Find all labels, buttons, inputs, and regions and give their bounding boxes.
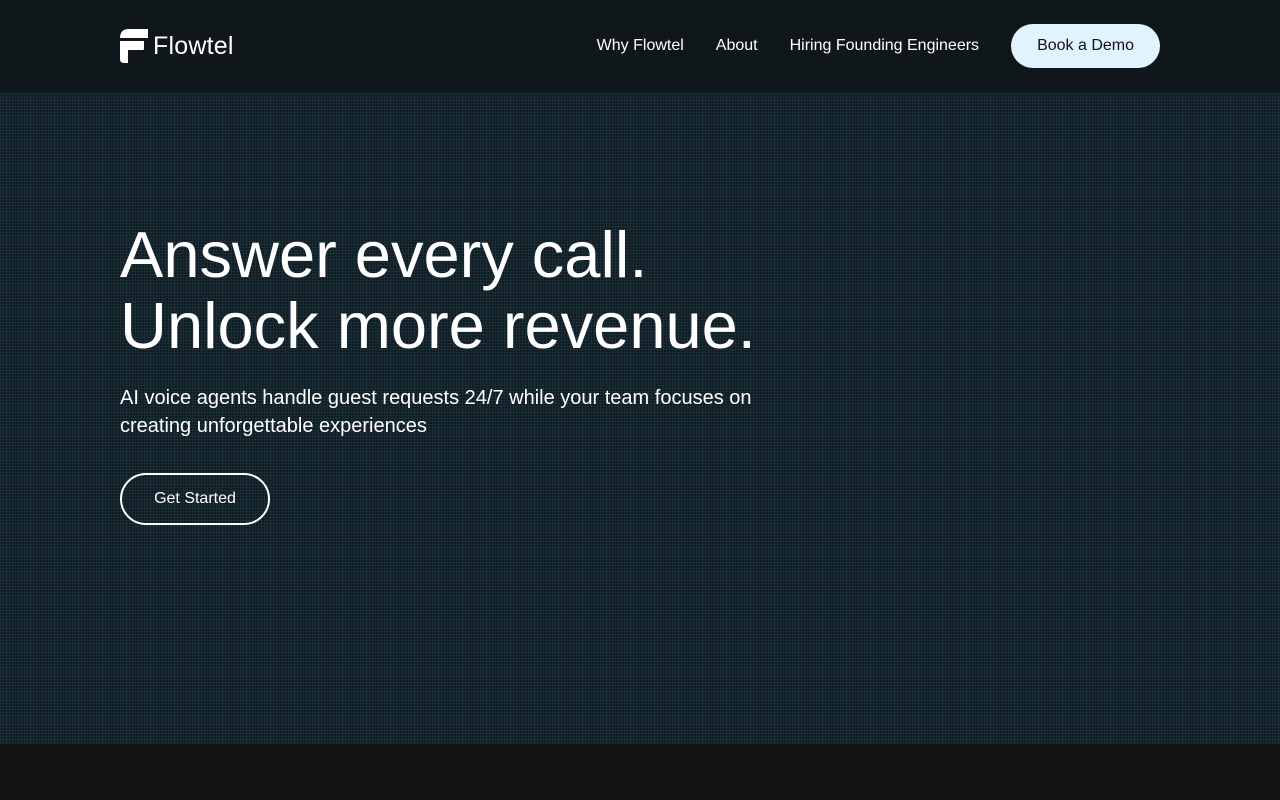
page: Flowtel Why Flowtel About Hiring Foundin… bbox=[0, 0, 1280, 800]
site-header: Flowtel Why Flowtel About Hiring Foundin… bbox=[0, 0, 1280, 92]
hero-section: Answer every call. Unlock more revenue. … bbox=[0, 92, 1280, 744]
next-section-band bbox=[0, 744, 1280, 800]
brand-name: Flowtel bbox=[153, 32, 234, 60]
hero-title-line-1: Answer every call. bbox=[120, 218, 648, 291]
hero-title-line-2: Unlock more revenue. bbox=[120, 289, 756, 362]
nav-link-why-flowtel[interactable]: Why Flowtel bbox=[597, 24, 684, 68]
get-started-button[interactable]: Get Started bbox=[120, 473, 270, 525]
nav-link-about[interactable]: About bbox=[716, 24, 758, 68]
hero-title: Answer every call. Unlock more revenue. bbox=[120, 219, 756, 361]
hero-subtitle: AI voice agents handle guest requests 24… bbox=[120, 387, 752, 437]
nav-link-hiring[interactable]: Hiring Founding Engineers bbox=[790, 24, 979, 68]
book-demo-button[interactable]: Book a Demo bbox=[1011, 24, 1160, 68]
brand-logo[interactable]: Flowtel bbox=[120, 29, 234, 63]
flowtel-logo-icon bbox=[120, 29, 148, 63]
main-nav: Why Flowtel About Hiring Founding Engine… bbox=[597, 24, 1160, 68]
